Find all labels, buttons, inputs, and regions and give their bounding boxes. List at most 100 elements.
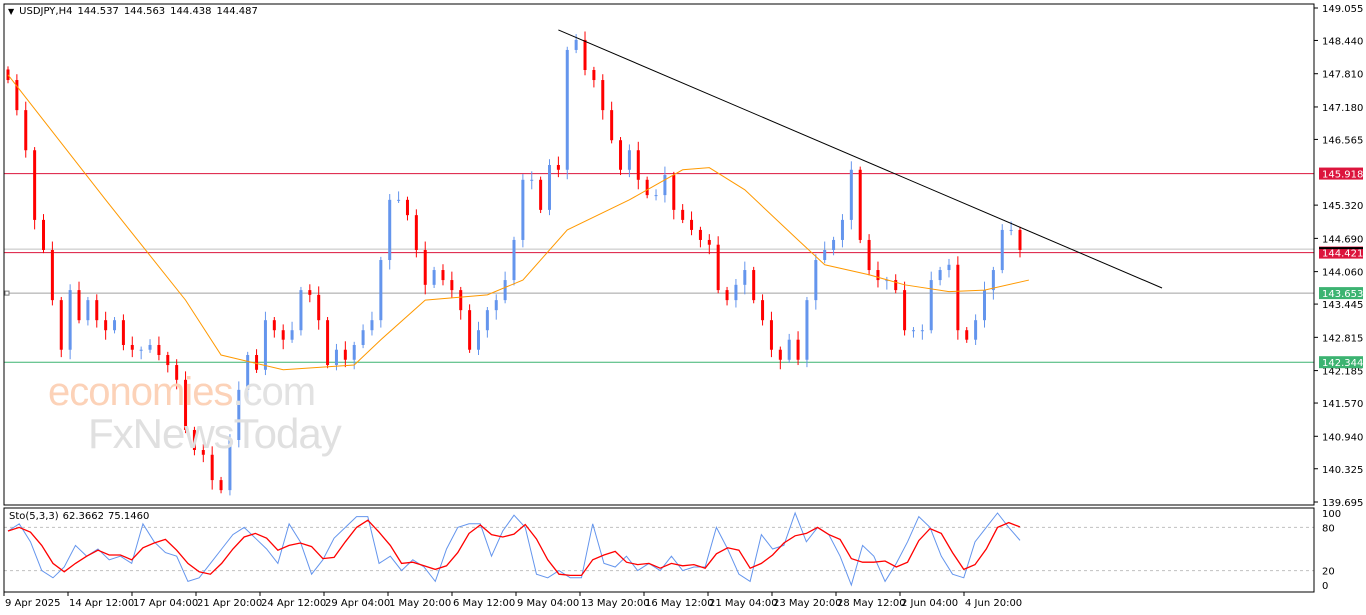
open-price: 144.537	[77, 6, 119, 17]
candle-bearish	[104, 320, 108, 331]
candle-bullish	[476, 330, 480, 350]
price-axis[interactable]: 149.055 148.440 147.810 147.180 146.565 145.3…	[1314, 4, 1363, 509]
stochastic-level-label: 100	[1322, 509, 1341, 520]
time-tick-label: 21 May 04:00	[709, 598, 778, 609]
current-price-marker	[1319, 247, 1363, 250]
candle-bearish	[272, 320, 276, 331]
candle-bearish	[903, 290, 907, 331]
price-tick-label: 142.815	[1322, 333, 1363, 344]
watermark-text: .com	[232, 370, 316, 414]
time-tick-label: 29 Apr 04:00	[325, 598, 390, 609]
time-tick-label: 9 May 04:00	[517, 598, 579, 609]
candle-bearish	[121, 320, 125, 345]
stochastic-signal-value: 75.1460	[108, 511, 150, 522]
time-tick-label: 21 Apr 20:00	[197, 598, 262, 609]
candle-bullish	[743, 270, 747, 285]
candle-bullish	[548, 165, 552, 210]
candle-bullish	[840, 219, 844, 240]
price-chart[interactable]: 100 80 20 0 149.055 148.440 147.810 147.180 146…	[0, 0, 1366, 615]
candle-bearish	[876, 270, 880, 281]
symbol-label: USDJPY,H4	[19, 6, 73, 17]
candle-bearish	[166, 355, 170, 366]
watermark-text: economies	[48, 370, 233, 414]
chart-header: ▼ USDJPY,H4 144.537 144.563 144.438 144.487	[8, 6, 263, 17]
price-tick-label: 148.440	[1322, 36, 1363, 47]
candle-bullish	[920, 330, 924, 332]
candle-bullish	[938, 270, 942, 281]
candle-bearish	[59, 300, 63, 350]
stochastic-level-label: 0	[1322, 581, 1328, 592]
candle-bearish	[690, 219, 694, 230]
candle-bearish	[343, 349, 347, 360]
candle-bearish	[778, 349, 782, 360]
candle-bearish	[219, 480, 223, 491]
candle-bullish	[823, 249, 827, 261]
candle-bullish	[139, 349, 143, 351]
candle-bullish	[290, 330, 294, 340]
candle-bullish	[805, 300, 809, 360]
candle-bullish	[512, 239, 516, 281]
candle-bullish	[361, 330, 365, 345]
candle-bullish	[663, 175, 667, 196]
candle-bearish	[636, 150, 640, 180]
candle-bearish	[645, 179, 649, 196]
watermark-economies: economies.com	[48, 370, 316, 415]
candle-bearish	[707, 239, 711, 245]
candle-bullish	[530, 179, 534, 181]
candle-bearish	[858, 169, 862, 240]
candle-bullish	[503, 280, 507, 301]
candle-bearish	[210, 454, 214, 481]
candle-bearish	[423, 249, 427, 285]
candle-bullish	[521, 179, 525, 240]
level-anchor-handle	[4, 290, 10, 296]
candle-bearish	[752, 270, 756, 301]
price-tick-label: 141.570	[1322, 399, 1363, 410]
time-tick-label: 1 May 20:00	[389, 598, 451, 609]
candle-bearish	[867, 239, 871, 271]
candle-bullish	[113, 320, 117, 331]
candle-bearish	[130, 344, 134, 350]
candle-bearish	[281, 330, 285, 340]
candle-bullish	[982, 290, 986, 321]
candle-bullish	[432, 270, 436, 285]
candle-bearish	[255, 355, 259, 370]
candle-bearish	[308, 290, 312, 295]
candle-bullish	[1009, 229, 1013, 231]
candle-bearish	[583, 39, 587, 71]
candle-bearish	[796, 339, 800, 360]
candle-bullish	[734, 284, 738, 301]
watermark-fxnewstoday: FxNewsToday	[88, 410, 342, 457]
candle-bearish	[459, 290, 463, 311]
candle-bearish	[468, 310, 472, 350]
candle-bullish	[832, 239, 836, 250]
candle-bearish	[50, 249, 54, 301]
level-price-label: 145.918	[1322, 170, 1363, 181]
time-tick-label: 2 Jun 04:00	[901, 598, 958, 609]
candle-bullish	[574, 39, 578, 50]
candle-bearish	[414, 215, 418, 250]
price-tick-label: 144.060	[1322, 268, 1363, 279]
price-tick-label: 147.180	[1322, 103, 1363, 114]
candle-bearish	[450, 280, 454, 291]
price-tick-label: 149.055	[1322, 4, 1363, 15]
candle-bearish	[965, 330, 969, 340]
stochastic-level-label: 80	[1322, 523, 1335, 534]
price-tick-label: 147.810	[1322, 70, 1363, 81]
candle-bearish	[601, 80, 605, 111]
time-tick-label: 13 May 20:00	[581, 598, 650, 609]
time-tick-label: 16 May 12:00	[645, 598, 714, 609]
candle-bullish	[849, 169, 853, 220]
candle-bearish	[42, 219, 46, 250]
candle-bearish	[698, 229, 702, 240]
close-price: 144.487	[216, 6, 258, 17]
candle-bearish	[610, 110, 614, 141]
time-tick-label: 28 May 12:00	[837, 598, 906, 609]
candle-bearish	[592, 70, 596, 81]
candle-bullish	[654, 195, 658, 197]
candle-bullish	[565, 49, 569, 170]
candle-bearish	[956, 264, 960, 331]
candle-bullish	[370, 320, 374, 331]
low-price: 144.438	[170, 6, 212, 17]
candle-bearish	[672, 175, 676, 210]
triangle-down-icon[interactable]: ▼	[8, 7, 14, 16]
